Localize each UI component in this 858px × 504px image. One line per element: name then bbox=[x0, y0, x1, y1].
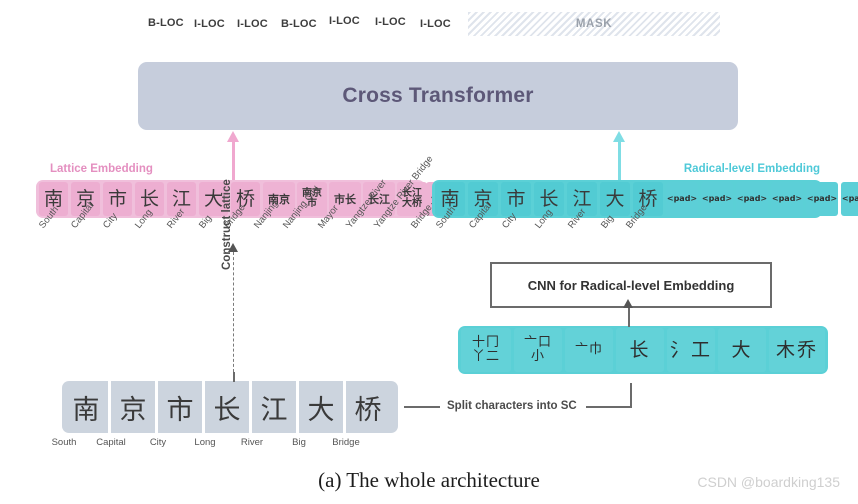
mask-band: MASK bbox=[468, 12, 720, 36]
radical-char-2: 市 bbox=[506, 187, 526, 210]
output-tag-row: B-LOC I-LOC I-LOC B-LOC I-LOC I-LOC I-LO… bbox=[0, 14, 858, 38]
radical-pad-cell-0[interactable]: <pad> bbox=[666, 182, 698, 216]
radical-pad-cell-2[interactable]: <pad> bbox=[736, 182, 768, 216]
split-to-cnn-arrowhead bbox=[623, 299, 633, 308]
sentence-char-5: 大 bbox=[307, 394, 335, 426]
radical-split-cell-4-line-0: 氵工 bbox=[669, 338, 712, 361]
radical-pad-cell-5[interactable]: <pad> bbox=[841, 182, 858, 216]
lattice-to-transformer-arrow-stem bbox=[232, 141, 235, 180]
lattice-char-3: 长 bbox=[139, 187, 159, 210]
sentence-char-cell-1[interactable]: 京 bbox=[111, 383, 155, 431]
sentence-char-3: 长 bbox=[213, 394, 241, 426]
radical-char-3: 长 bbox=[539, 187, 559, 210]
radical-pad-cell-1[interactable]: <pad> bbox=[701, 182, 733, 216]
radical-pad-cell-4[interactable]: <pad> bbox=[806, 182, 838, 216]
sentence-sep-4 bbox=[296, 381, 299, 433]
tag-label-1: I-LOC bbox=[194, 18, 225, 30]
radical-char-cell-5[interactable]: 大 bbox=[600, 182, 630, 216]
radical-to-transformer-arrow-stem bbox=[618, 141, 621, 180]
watermark: CSDN @boardking135 bbox=[697, 474, 840, 490]
radical-embedding-caption: Radical-level Embedding bbox=[683, 163, 820, 175]
lattice-char-2: 市 bbox=[107, 187, 127, 210]
radical-split-cell-1-line-0: 亠口 bbox=[523, 334, 552, 350]
sentence-char-cell-4[interactable]: 江 bbox=[252, 383, 296, 431]
lattice-word-4-line-1: 大桥 bbox=[402, 198, 422, 209]
sentence-char-6: 桥 bbox=[354, 394, 382, 426]
sentence-char-0: 南 bbox=[72, 394, 100, 426]
split-connector-right-line bbox=[586, 406, 632, 408]
radical-pad-0: <pad> bbox=[666, 194, 698, 203]
tag-label-6: I-LOC bbox=[420, 18, 451, 30]
sentence-char-cell-3[interactable]: 长 bbox=[205, 383, 249, 431]
input-sentence-row: 南 京 市 长 江 大 桥 bbox=[62, 381, 398, 433]
sentence-char-2: 市 bbox=[166, 394, 194, 426]
radical-split-cell-0[interactable]: 十冂 丫二 bbox=[461, 328, 511, 372]
split-connector-left-line bbox=[404, 406, 440, 408]
sentence-gloss-6: Bridge bbox=[332, 437, 360, 448]
split-to-cnn-arrow-stem bbox=[628, 307, 630, 327]
radical-pad-3: <pad> bbox=[771, 194, 803, 203]
radical-pad-5: <pad> bbox=[841, 194, 858, 203]
split-connector-elbow-vertical bbox=[630, 383, 632, 407]
sentence-sep-0 bbox=[108, 381, 111, 433]
figure-caption-text: (a) The whole architecture bbox=[318, 468, 540, 492]
sentence-to-lattice-tick bbox=[233, 372, 235, 382]
radical-split-cell-0-line-0: 十冂 bbox=[471, 334, 500, 350]
radical-split-cell-3-line-0: 长 bbox=[629, 338, 651, 361]
sentence-char-cell-5[interactable]: 大 bbox=[299, 383, 343, 431]
radical-split-cell-5-line-0: 大 bbox=[731, 338, 753, 361]
sentence-char-cell-6[interactable]: 桥 bbox=[346, 383, 390, 431]
construct-lattice-label: Construct lattice bbox=[221, 179, 233, 270]
radical-split-cell-3[interactable]: 长 bbox=[616, 328, 664, 372]
radical-to-transformer-arrowhead bbox=[613, 131, 625, 142]
tag-label-4: I-LOC bbox=[329, 15, 360, 27]
tag-label-5: I-LOC bbox=[375, 16, 406, 28]
sentence-char-cell-2[interactable]: 市 bbox=[158, 383, 202, 431]
split-characters-label: Split characters into SC bbox=[447, 400, 577, 412]
radical-embedding-row: 南 京 市 长 江 大 桥 <pad> <pad> <pad> <pad> <p… bbox=[432, 180, 858, 218]
sentence-char-cell-0[interactable]: 南 bbox=[64, 383, 108, 431]
cnn-box-label: CNN for Radical-level Embedding bbox=[527, 277, 735, 293]
radical-pad-4: <pad> bbox=[806, 194, 838, 203]
tag-label-3: B-LOC bbox=[281, 18, 317, 30]
lattice-to-transformer-arrowhead bbox=[227, 131, 239, 142]
radical-pad-2: <pad> bbox=[736, 194, 768, 203]
radical-split-cell-6[interactable]: 木乔 bbox=[769, 328, 825, 372]
lattice-char-4: 江 bbox=[171, 187, 191, 210]
radical-split-cell-0-line-1: 丫二 bbox=[471, 349, 500, 364]
radical-split-cell-5[interactable]: 大 bbox=[718, 328, 766, 372]
lattice-embedding-caption: Lattice Embedding bbox=[50, 163, 153, 175]
radical-split-cell-4[interactable]: 氵工 bbox=[667, 328, 715, 372]
radical-char-5: 大 bbox=[605, 187, 625, 210]
sentence-sep-2 bbox=[202, 381, 205, 433]
tag-label-0: B-LOC bbox=[148, 17, 184, 29]
cross-transformer-box: Cross Transformer bbox=[138, 62, 738, 130]
sentence-char-4: 江 bbox=[260, 394, 288, 426]
radical-pad-1: <pad> bbox=[701, 194, 733, 203]
construct-lattice-dashed-line bbox=[233, 252, 234, 372]
radical-char-4: 江 bbox=[572, 187, 592, 210]
radical-pad-cell-3[interactable]: <pad> bbox=[771, 182, 803, 216]
sentence-sep-5 bbox=[343, 381, 346, 433]
cross-transformer-label: Cross Transformer bbox=[342, 84, 534, 107]
sentence-char-1: 京 bbox=[119, 394, 147, 426]
lattice-char-cell-2[interactable]: 市 bbox=[103, 182, 132, 216]
radical-split-cell-6-line-0: 木乔 bbox=[775, 338, 818, 361]
tag-label-2: I-LOC bbox=[237, 18, 268, 30]
radical-split-cell-2-line-0: 亠巾 bbox=[574, 341, 603, 357]
sentence-sep-1 bbox=[155, 381, 158, 433]
mask-label: MASK bbox=[575, 18, 613, 30]
lattice-word-2: 市长 bbox=[334, 192, 356, 206]
radical-split-row: 十冂 丫二 亠口 小 亠巾 长 氵工 大 木乔 bbox=[458, 326, 828, 374]
radical-split-cell-2[interactable]: 亠巾 bbox=[565, 328, 613, 372]
sentence-sep-3 bbox=[249, 381, 252, 433]
radical-split-cell-1[interactable]: 亠口 小 bbox=[514, 328, 562, 372]
radical-char-cell-2[interactable]: 市 bbox=[501, 182, 531, 216]
radical-split-cell-1-line-1: 小 bbox=[530, 349, 545, 364]
